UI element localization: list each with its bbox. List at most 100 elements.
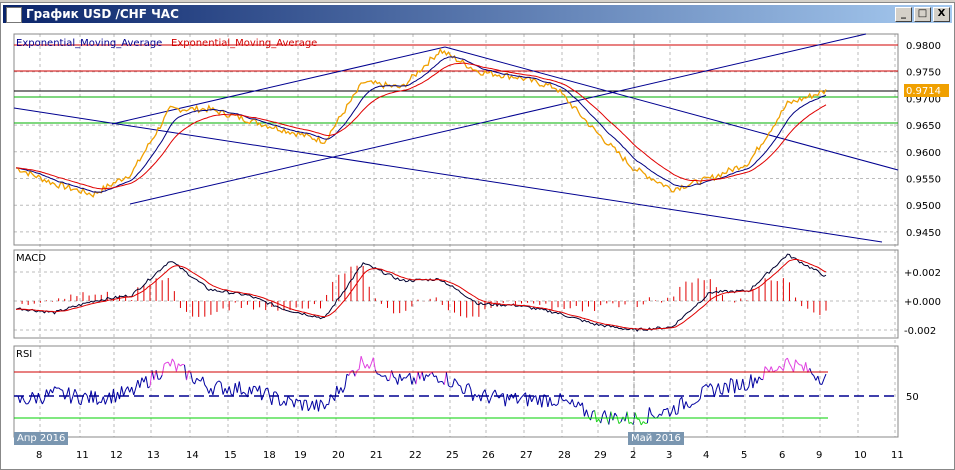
rsi-segment	[675, 413, 678, 415]
rsi-segment	[322, 402, 326, 410]
rsi-segment	[305, 400, 309, 412]
rsi-segment	[805, 362, 809, 373]
rsi-segment	[456, 381, 459, 386]
rsi-segment	[251, 386, 255, 395]
x-tick-label: 9	[816, 450, 822, 461]
rsi-segment	[358, 356, 362, 370]
rsi-segment	[92, 391, 96, 403]
trend-lines[interactable]	[13, 33, 899, 243]
rsi-segment	[583, 409, 587, 417]
rsi-segment	[222, 388, 226, 395]
x-tick-label: 3	[666, 450, 672, 461]
rsi-segment	[139, 377, 143, 388]
rsi-segment	[519, 396, 522, 401]
rsi-segment	[317, 399, 322, 412]
rsi-segment	[311, 400, 315, 410]
rsi-segment	[600, 414, 604, 424]
rsi-segment	[342, 387, 346, 393]
rsi-segment	[175, 363, 179, 372]
rsi-segment	[789, 363, 792, 368]
rsi-segment	[689, 404, 693, 408]
rsi-segment	[445, 372, 449, 386]
chart-area[interactable]: Exponential_Moving_Average Exponential_M…	[0, 0, 955, 470]
x-tick-label: 29	[594, 450, 607, 461]
rsi-segment	[438, 381, 441, 383]
rsi-segment	[379, 374, 382, 377]
price-tick-label: 0.9800	[906, 41, 941, 52]
x-tick-label: 11	[891, 450, 904, 461]
rsi-segment	[618, 421, 622, 424]
rsi-segment	[228, 386, 232, 395]
rsi-segment	[734, 379, 738, 394]
rsi-segment	[232, 383, 236, 396]
rsi-segment	[535, 395, 539, 405]
rsi-segment	[419, 371, 423, 380]
rsi-segment	[320, 399, 323, 404]
x-tick-label: 14	[186, 450, 199, 461]
rsi-segment	[435, 375, 439, 383]
rsi-segment	[468, 383, 472, 390]
rsi-segment	[557, 393, 561, 405]
rsi-segment	[202, 376, 206, 386]
rsi-segment	[352, 370, 356, 377]
rsi-segment	[190, 371, 194, 382]
price-tick-label: 0.9450	[906, 228, 941, 239]
rsi-segment	[39, 398, 43, 405]
rsi-segment	[206, 387, 210, 394]
rsi-segment	[285, 395, 289, 406]
rsi-segment	[362, 362, 366, 369]
rsi-segment	[238, 381, 242, 395]
rsi-segment	[178, 363, 181, 367]
x-tick-label: 5	[741, 450, 747, 461]
x-tick-label: 13	[147, 450, 160, 461]
rsi-segment	[701, 385, 705, 388]
rsi-segment	[681, 397, 685, 410]
x-tick-label: 11	[76, 450, 89, 461]
rsi-segment	[68, 387, 72, 404]
rsi-segment	[100, 396, 104, 403]
rsi-segment	[255, 386, 259, 392]
rsi-segment	[102, 396, 106, 405]
rsi-segment	[657, 413, 660, 418]
rsi-segment	[667, 408, 671, 417]
rsi-segment	[391, 370, 395, 378]
rsi-segment	[514, 392, 518, 404]
rsi-segment	[770, 366, 774, 373]
rsi-segment	[525, 392, 529, 407]
x-tick-label: 19	[294, 450, 307, 461]
rsi-segment	[545, 395, 549, 408]
x-tick-label: 15	[224, 450, 237, 461]
rsi-segment	[401, 377, 405, 382]
rsi-segment	[354, 370, 358, 377]
rsi-segment	[537, 395, 541, 405]
rsi-segment	[486, 396, 490, 404]
price-tick-label: 0.9500	[906, 201, 941, 212]
rsi-segment	[590, 411, 594, 421]
rsi-segment	[236, 381, 240, 393]
price-tick-label: 0.9650	[906, 121, 941, 132]
price-tick-label: 0.9550	[906, 175, 941, 186]
rsi-segment	[651, 413, 654, 417]
rsi-segment	[474, 393, 478, 398]
rsi-segment	[490, 392, 494, 398]
ema-fast-line	[15, 56, 827, 193]
x-tick-label: 6	[779, 450, 785, 461]
rsi-segment	[464, 384, 468, 394]
rsi-segment	[315, 399, 319, 412]
rsi-segment	[748, 374, 752, 387]
rsi-segment	[553, 403, 557, 406]
rsi-segment	[612, 412, 616, 421]
x-tick-label: 27	[520, 450, 533, 461]
rsi-segment	[121, 386, 125, 397]
rsi-segment	[551, 403, 555, 407]
rsi-segment	[234, 383, 238, 393]
rsi-segment	[740, 378, 744, 390]
rsi-segment	[671, 405, 675, 413]
rsi-segment	[399, 373, 403, 381]
rsi-segment	[638, 419, 642, 426]
rsi-segment	[746, 386, 750, 391]
rsi-segment	[565, 399, 569, 403]
month-label-may: Май 2016	[628, 432, 684, 445]
rsi-segment	[427, 373, 431, 377]
rsi-segment	[119, 386, 123, 400]
